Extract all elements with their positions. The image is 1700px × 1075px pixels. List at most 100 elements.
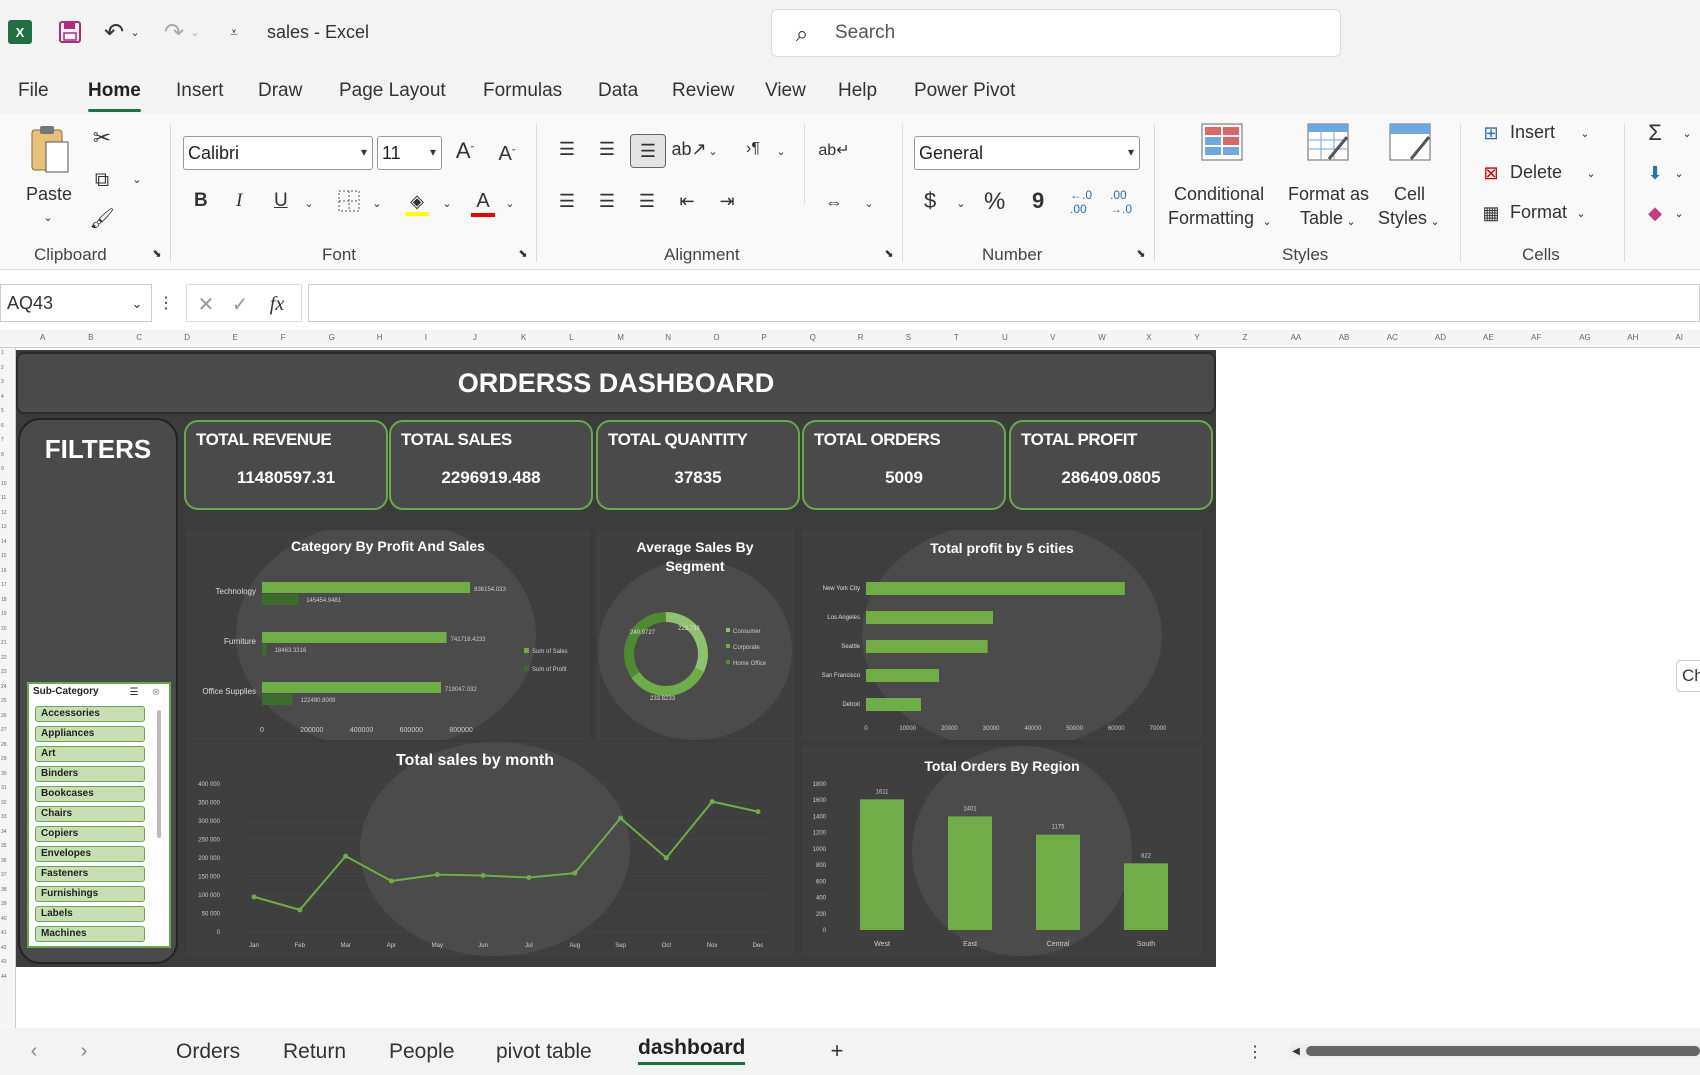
delete-cells-icon[interactable]: ⊠ (1478, 160, 1504, 186)
italic-button[interactable]: I (236, 190, 242, 212)
row-header[interactable]: 18 (1, 597, 7, 603)
row-header[interactable]: 38 (1, 887, 7, 893)
row-header[interactable]: 43 (1, 959, 7, 965)
row-header[interactable]: 33 (1, 814, 7, 820)
row-header[interactable]: 25 (1, 698, 7, 704)
format-as-table-dropdown-icon[interactable]: ⌄ (1344, 214, 1358, 228)
column-header[interactable]: AH (1627, 333, 1638, 342)
row-header[interactable]: 31 (1, 785, 7, 791)
borders-icon[interactable] (336, 188, 362, 214)
slicer-item[interactable]: Envelopes (35, 846, 145, 862)
redo-dropdown-icon[interactable]: ⌄ (188, 22, 202, 42)
column-header[interactable]: T (954, 333, 959, 342)
format-as-table-icon[interactable] (1306, 122, 1350, 162)
slicer-item[interactable]: Machines (35, 926, 145, 942)
chart-category-profit-sales[interactable]: Category By Profit And Sales Technology 8… (186, 530, 590, 740)
font-color-dropdown-icon[interactable]: ⌄ (503, 196, 517, 210)
row-header[interactable]: 11 (1, 495, 6, 501)
copy-dropdown-icon[interactable]: ⌄ (130, 172, 144, 186)
row-header[interactable]: 17 (1, 582, 7, 588)
delete-dropdown-icon[interactable]: ⌄ (1584, 166, 1598, 180)
format-dropdown-icon[interactable]: ⌄ (1574, 206, 1588, 220)
row-header[interactable]: 20 (1, 626, 7, 632)
insert-cells-button[interactable]: Insert (1510, 122, 1555, 143)
percent-button[interactable]: % (984, 188, 1005, 216)
row-header[interactable]: 44 (1, 974, 7, 980)
row-header[interactable]: 19 (1, 611, 7, 617)
row-header[interactable]: 10 (1, 481, 7, 487)
column-header[interactable]: AA (1291, 333, 1302, 342)
column-header[interactable]: G (329, 333, 335, 342)
name-box[interactable]: AQ43 ⌄ (0, 284, 152, 322)
column-header[interactable]: F (281, 333, 286, 342)
column-header[interactable]: M (617, 333, 624, 342)
undo-dropdown-icon[interactable]: ⌄ (128, 22, 142, 42)
clipboard-launcher-icon[interactable]: ⬊ (150, 246, 164, 260)
increase-font-icon[interactable]: Aˆ (452, 136, 478, 166)
format-cells-icon[interactable]: ▦ (1478, 200, 1504, 226)
column-header[interactable]: Z (1243, 333, 1248, 342)
row-header[interactable]: 30 (1, 771, 7, 777)
rtl-dropdown-icon[interactable]: ⌄ (774, 144, 788, 158)
fill-icon[interactable]: ⬇ (1642, 160, 1668, 186)
column-header[interactable]: K (521, 333, 526, 342)
clear-icon[interactable]: ◆ (1642, 200, 1668, 226)
row-header[interactable]: 4 (1, 394, 4, 400)
tab-insert[interactable]: Insert (176, 80, 224, 102)
chevron-down-icon[interactable]: ⌄ (129, 296, 145, 311)
orientation-icon[interactable]: ab↗ (671, 136, 706, 162)
undo-icon[interactable]: ↶ (100, 18, 128, 46)
slicer-item[interactable]: Binders (35, 766, 145, 782)
tab-file[interactable]: File (18, 80, 49, 102)
row-header[interactable]: 39 (1, 901, 7, 907)
increase-decimal-icon[interactable]: ←.0.00 (1066, 188, 1096, 216)
font-color-icon[interactable]: A (470, 188, 496, 218)
align-left-icon[interactable]: ☰ (554, 188, 580, 214)
slicer-item[interactable]: Copiers (35, 826, 145, 842)
row-header[interactable]: 8 (1, 452, 4, 458)
row-header[interactable]: 41 (1, 930, 7, 936)
increase-indent-icon[interactable]: ⇥ (714, 188, 740, 214)
column-header[interactable]: B (88, 333, 93, 342)
decrease-decimal-icon[interactable]: .00 →.0 (1106, 188, 1136, 216)
row-header[interactable]: 29 (1, 756, 7, 762)
autosum-icon[interactable]: Σ (1642, 120, 1668, 146)
column-header[interactable]: R (858, 333, 864, 342)
column-header[interactable]: Y (1194, 333, 1199, 342)
row-header[interactable]: 15 (1, 553, 7, 559)
cell-styles-label-2[interactable]: Styles (1378, 208, 1427, 229)
column-header[interactable]: P (762, 333, 767, 342)
slicer-scrollbar[interactable] (157, 710, 161, 838)
cell-styles-label[interactable]: Cell (1394, 184, 1425, 205)
insert-function-icon[interactable]: fx (263, 291, 291, 317)
rtl-icon[interactable]: ›¶ (740, 136, 766, 162)
alignment-launcher-icon[interactable]: ⬊ (882, 246, 896, 260)
column-header[interactable]: S (906, 333, 911, 342)
tab-review[interactable]: Review (672, 80, 734, 102)
row-header[interactable]: 28 (1, 742, 7, 748)
slicer-item[interactable]: Appliances (35, 726, 145, 742)
bold-button[interactable]: B (194, 190, 208, 212)
column-header[interactable]: V (1050, 333, 1055, 342)
row-header[interactable]: 23 (1, 669, 7, 675)
row-header[interactable]: 40 (1, 916, 7, 922)
row-header[interactable]: 37 (1, 872, 7, 878)
row-header[interactable]: 6 (1, 423, 4, 429)
scrollbar-thumb[interactable] (1306, 1046, 1700, 1056)
cut-icon[interactable]: ✂ (90, 125, 114, 150)
sheet-tab-return[interactable]: Return (283, 1040, 346, 1064)
conditional-formatting-label[interactable]: Conditional (1174, 184, 1264, 205)
tab-page-layout[interactable]: Page Layout (339, 80, 446, 102)
clear-filter-icon[interactable]: ⊗ (149, 685, 163, 699)
decrease-indent-icon[interactable]: ⇤ (674, 188, 700, 214)
cell-styles-icon[interactable] (1388, 122, 1432, 162)
number-launcher-icon[interactable]: ⬊ (1134, 246, 1148, 260)
clear-dropdown-icon[interactable]: ⌄ (1672, 206, 1686, 220)
underline-button[interactable]: U (274, 190, 288, 212)
autosum-dropdown-icon[interactable]: ⌄ (1680, 126, 1694, 140)
borders-dropdown-icon[interactable]: ⌄ (370, 196, 384, 210)
tab-home[interactable]: Home (88, 80, 141, 112)
slicer-item[interactable]: Labels (35, 906, 145, 922)
tab-power-pivot[interactable]: Power Pivot (914, 80, 1015, 102)
align-top-icon[interactable]: ☰ (554, 136, 580, 162)
